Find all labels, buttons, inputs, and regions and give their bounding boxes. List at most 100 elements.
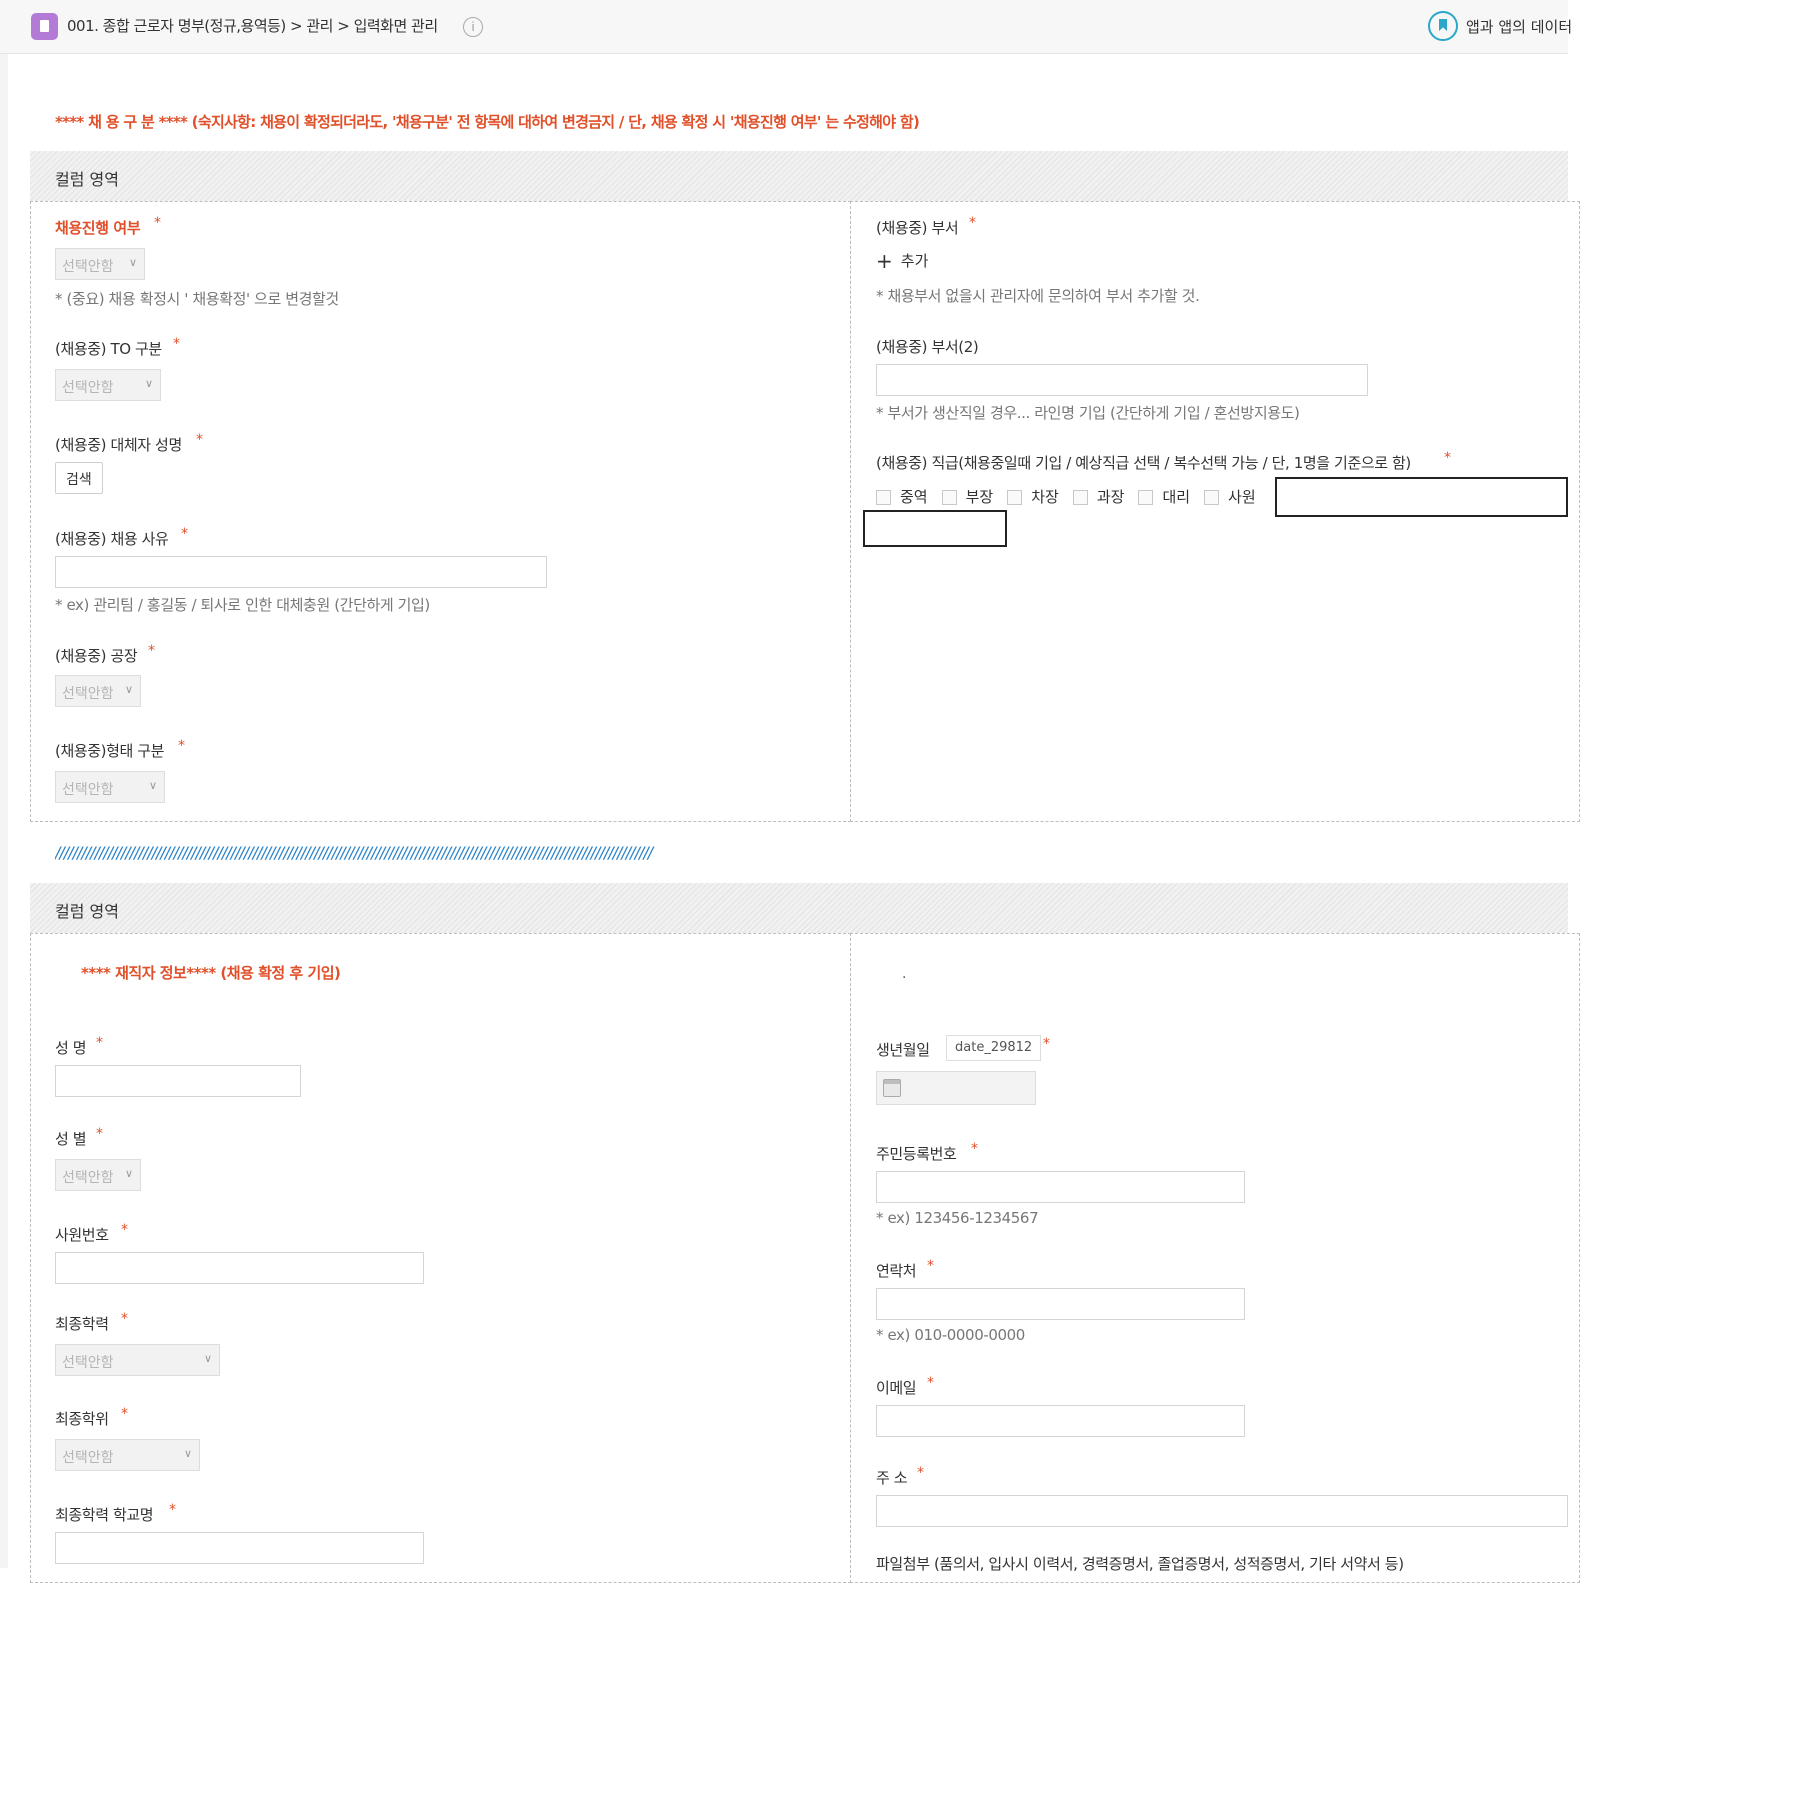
required-mark: * <box>121 1406 128 1422</box>
address-label: 주 소 <box>876 1469 908 1487</box>
chevron-down-icon: ∨ <box>128 256 137 269</box>
school-input[interactable] <box>55 1532 424 1564</box>
dept2-input[interactable] <box>876 364 1368 396</box>
rank-label: (채용중) 직급(채용중일때 기입 / 예상직급 선택 / 복수선택 가능 / … <box>876 454 1411 472</box>
column-area-title: 컬럼 영역 <box>55 902 119 921</box>
progress-select[interactable]: 선택안함 ∨ <box>55 248 145 280</box>
gender-select-value: 선택안함 <box>62 1170 114 1186</box>
dept-hint: * 채용부서 없을시 관리자에 문의하여 부서 추가할 것. <box>876 287 1200 305</box>
required-mark: * <box>178 738 185 754</box>
email-label: 이메일 <box>876 1379 917 1397</box>
email-input[interactable] <box>876 1405 1245 1437</box>
app-data-link[interactable]: 앱과 앱의 데이터 <box>1466 16 1572 37</box>
dept2-hint: * 부서가 생산직일 경우... 라인명 기입 (간단하게 기입 / 혼선방지용… <box>876 404 1300 422</box>
chevron-down-icon: ∨ <box>148 779 157 792</box>
degree-select-value: 선택안함 <box>62 1450 114 1466</box>
rank-checkbox-deputy-manager[interactable]: 차장 <box>1007 486 1059 507</box>
top-bar: 001. 종합 근로자 명부(정규,용역등) > 관리 > 입력화면 관리 i … <box>0 0 1572 54</box>
rrn-hint: * ex) 123456-1234567 <box>876 1209 1039 1227</box>
required-mark: * <box>148 643 155 659</box>
to-label: (채용중) TO 구분 <box>55 340 162 358</box>
rank-checkbox-general-manager[interactable]: 부장 <box>941 486 993 507</box>
checkbox-icon <box>1138 490 1154 505</box>
overlay-box <box>863 510 1007 547</box>
progress-hint: * (중요) 채용 확정시 ' 채용확정' 으로 변경할것 <box>55 290 339 308</box>
reason-input[interactable] <box>55 556 547 588</box>
to-select[interactable]: 선택안함 ∨ <box>55 369 161 401</box>
required-mark: * <box>196 432 203 448</box>
column-area-title: 컬럼 영역 <box>55 170 119 189</box>
rrn-input[interactable] <box>876 1171 1245 1203</box>
rank-option-label: 대리 <box>1162 488 1191 506</box>
required-mark: * <box>96 1126 103 1142</box>
attachment-label: 파일첨부 (품의서, 입사시 이력서, 경력증명서, 졸업증명서, 성적증명서,… <box>876 1555 1404 1573</box>
birth-date-input[interactable] <box>876 1071 1036 1105</box>
factory-select-value: 선택안함 <box>62 686 114 702</box>
chevron-down-icon: ∨ <box>183 1447 192 1460</box>
type-select-value: 선택안함 <box>62 782 114 798</box>
employee-info-notice: **** 재직자 정보**** (채용 확정 후 기입) <box>81 964 341 982</box>
checkbox-icon <box>1204 490 1220 505</box>
edu-select-value: 선택안함 <box>62 1355 114 1371</box>
emp-no-label: 사원번호 <box>55 1226 109 1244</box>
rank-checkbox-assistant-manager[interactable]: 대리 <box>1138 486 1190 507</box>
required-mark: * <box>917 1465 924 1481</box>
search-button[interactable]: 검색 <box>55 462 103 494</box>
dept-label: (채용중) 부서 <box>876 219 959 237</box>
edu-label: 최종학력 <box>55 1315 109 1333</box>
chevron-down-icon: ∨ <box>124 683 133 696</box>
emp-no-input[interactable] <box>55 1252 424 1284</box>
chevron-down-icon: ∨ <box>203 1352 212 1365</box>
info-icon[interactable]: i <box>463 17 483 37</box>
gender-select[interactable]: 선택안함 ∨ <box>55 1159 141 1191</box>
required-mark: * <box>154 215 161 231</box>
type-select[interactable]: 선택안함 ∨ <box>55 771 165 803</box>
birth-date-tag: date_29812 <box>946 1035 1042 1061</box>
required-mark: * <box>927 1258 934 1274</box>
add-dept-button[interactable]: + 추가 <box>876 249 928 273</box>
calendar-icon[interactable] <box>883 1079 901 1097</box>
plus-icon: + <box>876 249 893 273</box>
app-icon[interactable] <box>31 13 58 40</box>
factory-select[interactable]: 선택안함 ∨ <box>55 675 141 707</box>
reason-hint: * ex) 관리팀 / 홍길동 / 퇴사로 인한 대체충원 (간단하게 기입) <box>55 596 430 614</box>
birth-label: 생년월일 <box>876 1041 930 1059</box>
column-area-header-1: 컬럼 영역 <box>30 151 1568 201</box>
factory-label: (채용중) 공장 <box>55 647 138 665</box>
address-input[interactable] <box>876 1495 1568 1527</box>
section2-right-panel <box>850 933 1580 1583</box>
required-mark: * <box>969 215 976 231</box>
rrn-label: 주민등록번호 <box>876 1145 957 1163</box>
add-label: 추가 <box>900 252 929 270</box>
breadcrumb[interactable]: 001. 종합 근로자 명부(정규,용역등) > 관리 > 입력화면 관리 <box>67 15 438 36</box>
overlay-box <box>1275 477 1568 517</box>
reason-label: (채용중) 채용 사유 <box>55 530 169 548</box>
left-strip <box>0 54 8 1568</box>
degree-label: 최종학위 <box>55 1410 109 1428</box>
required-mark: * <box>173 336 180 352</box>
rank-checkbox-group: 중역 부장 차장 과장 대리 사원 <box>876 486 1270 507</box>
rank-option-label: 차장 <box>1031 488 1059 506</box>
phone-input[interactable] <box>876 1288 1245 1320</box>
name-input[interactable] <box>55 1065 301 1097</box>
progress-select-value: 선택안함 <box>62 259 114 275</box>
required-mark: * <box>1043 1036 1050 1052</box>
rank-checkbox-executive[interactable]: 중역 <box>876 486 928 507</box>
rank-checkbox-manager[interactable]: 과장 <box>1072 486 1124 507</box>
phone-label: 연락처 <box>876 1262 917 1280</box>
checkbox-icon <box>876 490 891 505</box>
degree-select[interactable]: 선택안함 ∨ <box>55 1439 200 1471</box>
rank-checkbox-staff[interactable]: 사원 <box>1204 486 1256 507</box>
type-label: (채용중)형태 구분 <box>55 742 165 760</box>
replacement-label: (채용중) 대체자 성명 <box>55 436 182 454</box>
bookmark-icon[interactable] <box>1428 11 1458 41</box>
required-mark: * <box>971 1141 978 1157</box>
to-select-value: 선택안함 <box>62 380 114 396</box>
gender-label: 성 별 <box>55 1130 87 1148</box>
edu-select[interactable]: 선택안함 ∨ <box>55 1344 220 1376</box>
required-mark: * <box>169 1502 176 1518</box>
section-divider: ////////////////////////////////////////… <box>55 843 653 862</box>
chevron-down-icon: ∨ <box>144 377 153 390</box>
chevron-down-icon: ∨ <box>124 1167 133 1180</box>
progress-label: 채용진행 여부 <box>55 219 141 237</box>
